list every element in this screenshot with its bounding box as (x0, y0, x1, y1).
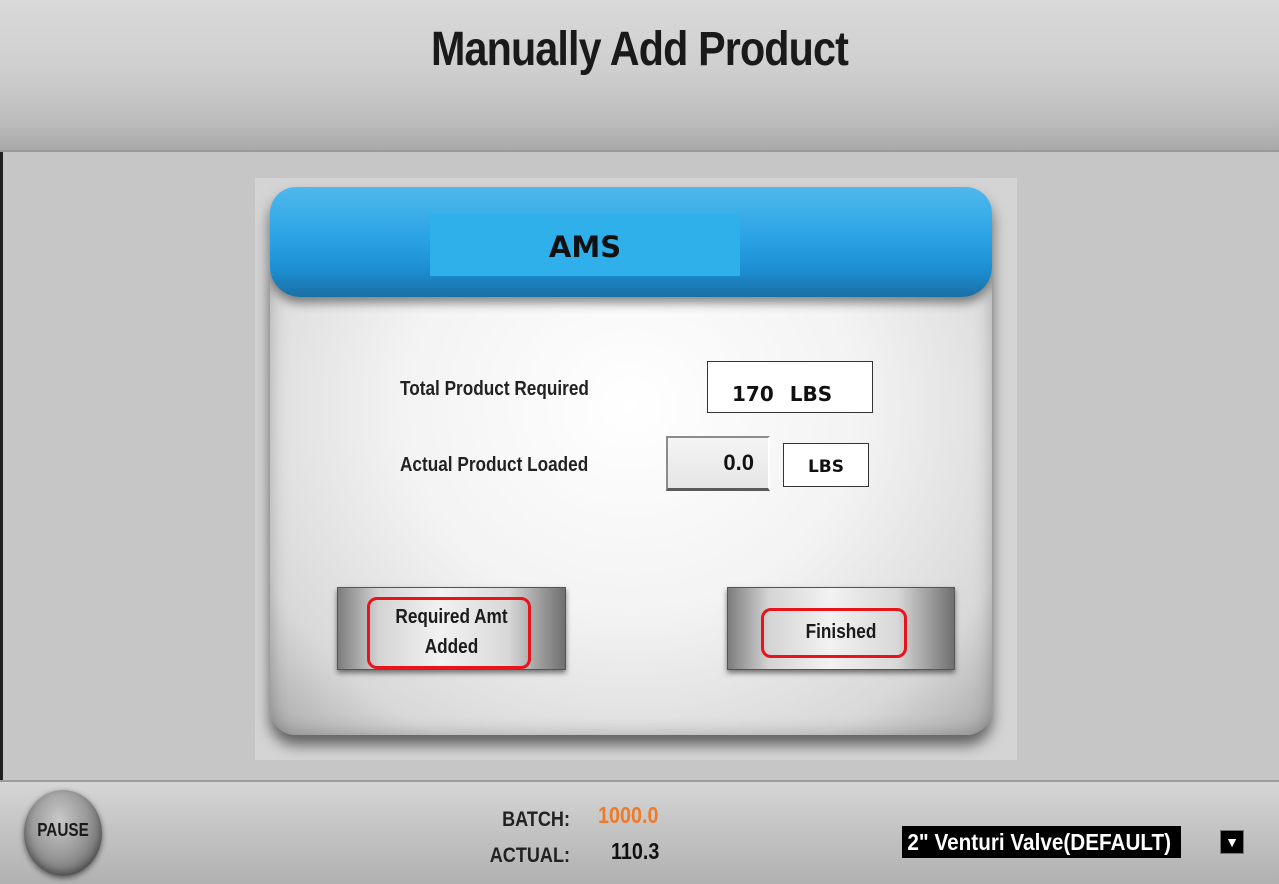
valve-select-dropdown[interactable]: 2" Venturi Valve(DEFAULT) ▼ (902, 826, 1258, 858)
total-required-number: 170 (732, 382, 774, 406)
manual-add-product-screen: Manually Add Product AMS Total Product R… (0, 0, 1279, 884)
valve-selected-value: 2" Venturi Valve(DEFAULT) (902, 826, 1181, 858)
total-product-required-label: Total Product Required (400, 378, 589, 400)
left-edge-divider (0, 152, 3, 780)
page-title: Manually Add Product (430, 23, 849, 76)
chevron-down-icon[interactable]: ▼ (1220, 830, 1244, 854)
dialog-title: AMS (548, 230, 622, 264)
dialog-title-bar: AMS (270, 187, 992, 297)
actual-label: ACTUAL: (489, 844, 570, 867)
required-amt-added-button[interactable]: Required Amt Added (337, 587, 566, 670)
highlight-outline (761, 608, 907, 658)
dialog-title-box: AMS (430, 214, 740, 276)
total-product-required-value: 170 LBS (707, 361, 873, 413)
status-footer: PAUSE BATCH: 1000.0 ACTUAL: 110.3 2" Ven… (0, 780, 1279, 884)
finished-button[interactable]: Finished (727, 587, 955, 670)
pause-button-label: PAUSE (37, 820, 89, 840)
batch-value: 1000.0 (598, 802, 659, 828)
actual-product-loaded-label: Actual Product Loaded (400, 454, 589, 476)
actual-value: 110.3 (611, 838, 660, 864)
actual-product-loaded-field[interactable]: 0.0 (666, 436, 770, 491)
header-bar: Manually Add Product (0, 0, 1279, 152)
batch-label: BATCH: (502, 808, 570, 831)
total-required-unit: LBS (789, 382, 833, 406)
actual-loaded-unit: LBS (783, 443, 869, 487)
highlight-outline (367, 597, 531, 669)
pause-button[interactable]: PAUSE (24, 790, 102, 876)
